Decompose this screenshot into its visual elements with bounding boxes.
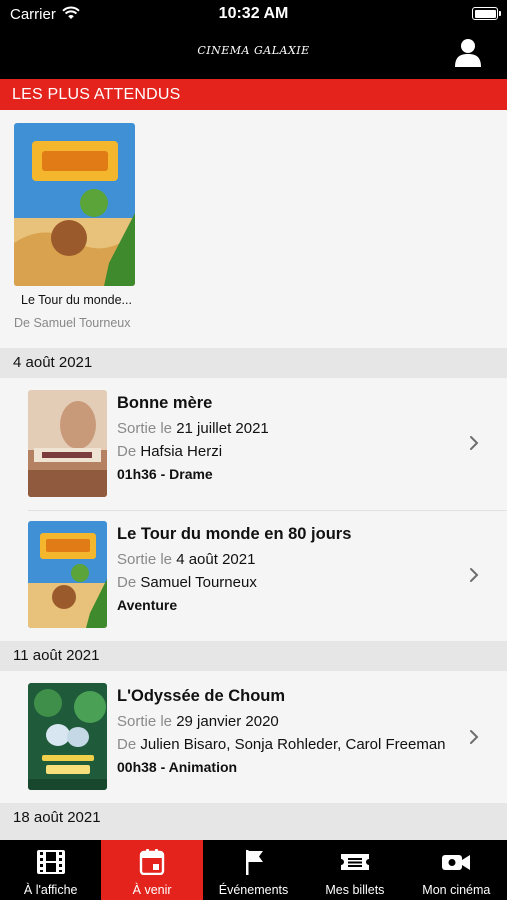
featured-title[interactable]: Le Tour du monde... xyxy=(14,293,139,307)
tab-label: Mon cinéma xyxy=(422,883,491,897)
tab-a-l-affiche[interactable]: À l'affiche xyxy=(0,840,101,900)
tab-label: Mes billets xyxy=(325,883,385,897)
tab-label: À venir xyxy=(132,883,172,897)
featured-carousel: Le Tour du monde... De Samuel Tourneux xyxy=(0,110,507,348)
tab-mes-billets[interactable]: Mes billets xyxy=(304,840,405,900)
chevron-right-icon xyxy=(469,567,479,583)
status-bar: Carrier 10:32 AM xyxy=(0,0,507,30)
ticket-icon xyxy=(340,849,370,875)
movie-row-bonne-mere[interactable]: Bonne mère Sortie le 21 juillet 2021 De … xyxy=(0,378,507,510)
chevron-right-icon xyxy=(469,729,479,745)
movie-title: L'Odyssée de Choum xyxy=(117,687,286,705)
flag-icon xyxy=(239,849,269,875)
movie-row-tour-du-monde[interactable]: Le Tour du monde en 80 jours Sortie le 4… xyxy=(0,511,507,641)
movie-info: Bonne mère Sortie le 21 juillet 2021 De … xyxy=(117,394,269,482)
movie-release: Sortie le 4 août 2021 xyxy=(117,551,256,568)
movie-info: Le Tour du monde en 80 jours Sortie le 4… xyxy=(117,525,351,613)
movie-release: Sortie le 29 janvier 2020 xyxy=(117,713,279,730)
movie-poster xyxy=(28,521,107,628)
profile-icon[interactable] xyxy=(453,37,483,67)
date-header: 11 août 2021 xyxy=(0,641,507,671)
clock: 10:32 AM xyxy=(218,5,289,22)
movie-poster xyxy=(28,683,107,790)
featured-poster[interactable] xyxy=(14,123,135,286)
movie-title: Le Tour du monde en 80 jours xyxy=(117,525,352,543)
movie-title: Bonne mère xyxy=(117,394,213,412)
date-header: 4 août 2021 xyxy=(0,348,507,378)
movie-director: De Julien Bisaro, Sonja Rohleder, Carol … xyxy=(117,736,446,753)
movie-director: De Hafsia Herzi xyxy=(117,443,223,460)
movie-row-odyssee-de-choum[interactable]: L'Odyssée de Choum Sortie le 29 janvier … xyxy=(0,671,507,803)
tab-mon-cinema[interactable]: Mon cinéma xyxy=(406,840,507,900)
calendar-icon xyxy=(137,849,167,876)
battery-icon xyxy=(472,7,501,20)
chevron-right-icon xyxy=(469,435,479,451)
movie-info: L'Odyssée de Choum Sortie le 29 janvier … xyxy=(117,687,446,775)
tab-label: Événements xyxy=(218,883,289,897)
movie-meta: 01h36 - Drame xyxy=(117,466,213,482)
movie-release: Sortie le 21 juillet 2021 xyxy=(117,420,269,437)
featured-director: De Samuel Tourneux xyxy=(14,316,131,330)
tab-bar: À l'affiche À venir Événements Mes bille… xyxy=(0,840,507,900)
movie-meta: Aventure xyxy=(117,597,178,613)
tab-evenements[interactable]: Événements xyxy=(203,840,304,900)
movie-poster xyxy=(28,390,107,497)
section-title: LES PLUS ATTENDUS xyxy=(0,79,507,110)
camera-icon xyxy=(441,849,471,875)
app-logo: CINEMA GALAXIE xyxy=(197,44,310,57)
tab-a-venir[interactable]: À venir xyxy=(101,840,203,900)
movie-director: De Samuel Tourneux xyxy=(117,574,257,591)
film-icon xyxy=(36,849,66,875)
date-header: 18 août 2021 xyxy=(0,803,507,840)
tab-label: À l'affiche xyxy=(23,883,78,897)
nav-bar: CINEMA GALAXIE xyxy=(0,30,507,79)
movie-meta: 00h38 - Animation xyxy=(117,759,238,775)
